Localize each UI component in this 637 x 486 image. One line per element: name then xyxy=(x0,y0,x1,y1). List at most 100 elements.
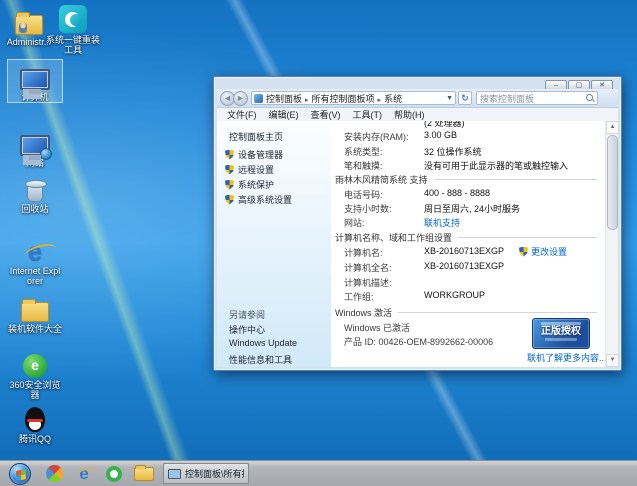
computer-icon xyxy=(20,69,50,90)
sidebar-advanced-settings[interactable]: 高级系统设置 xyxy=(225,193,292,206)
desktop-icon-qq[interactable]: 腾讯QQ xyxy=(8,402,62,444)
desktop-icon-computer[interactable]: 计算机 xyxy=(8,60,62,102)
refresh-button[interactable]: ↻ xyxy=(458,91,472,105)
navigation-bar: ◄ ► 控制面板 所有控制面板项 系统 ▼ ↻ 搜索控制面板 xyxy=(217,89,618,108)
uac-shield-icon xyxy=(225,165,234,175)
workgroup-label: 工作组: xyxy=(344,290,374,303)
scroll-up-arrow-icon[interactable]: ▲ xyxy=(606,121,619,134)
activation-status: Windows 已激活 xyxy=(344,321,410,334)
uac-shield-icon xyxy=(519,247,528,257)
full-name-value: XB-20160713EXGP xyxy=(424,261,504,271)
ram-value: 3.00 GB xyxy=(424,130,457,140)
processor-clipped-text: (2 处理器) xyxy=(424,121,465,129)
system-type-label: 系统类型: xyxy=(344,145,383,158)
taskbar-software-manager[interactable] xyxy=(39,463,69,485)
change-settings-label: 更改设置 xyxy=(531,245,567,258)
desktop: Administr... 系统一键重装工具 计算机 网络 回收站 e Inter… xyxy=(0,0,637,486)
computer-name-label: 计算机名: xyxy=(344,246,383,259)
support-header-text: 雨林木风精简系统 支持 xyxy=(335,173,428,186)
menu-bar: 文件(F) 编辑(E) 查看(V) 工具(T) 帮助(H) xyxy=(217,108,618,121)
icon-label: 系统一键重装工具 xyxy=(46,35,100,55)
search-icon xyxy=(586,94,594,102)
full-name-label: 计算机全名: xyxy=(344,261,392,274)
taskbar-control-panel-task[interactable]: 控制面板\所有控制... xyxy=(163,463,249,484)
taskbar: e 控制面板\所有控制... xyxy=(0,460,637,486)
address-dropdown-icon[interactable]: ▼ xyxy=(446,95,453,102)
pen-touch-label: 笔和触摸: xyxy=(344,159,383,172)
recycle-bin-icon xyxy=(27,182,43,202)
badge-text: 正版授权 xyxy=(533,326,589,337)
online-support-link[interactable]: 联机支持 xyxy=(424,216,460,229)
learn-more-link[interactable]: 联机了解更多内容... xyxy=(527,351,605,364)
computer-name-header-text: 计算机名称、域和工作组设置 xyxy=(335,231,452,244)
breadcrumb-system[interactable]: 系统 xyxy=(384,92,402,105)
badge-decoration xyxy=(545,338,577,341)
search-input[interactable]: 搜索控制面板 xyxy=(476,91,598,105)
sidebar: 控制面板主页 设备管理器 远程设置 系统保护 高级系统设置 另请参阅 操作中心 … xyxy=(217,121,331,367)
uac-shield-icon xyxy=(225,150,234,160)
menu-view[interactable]: 查看(V) xyxy=(305,108,347,121)
computer-name-value: XB-20160713EXGP xyxy=(424,246,504,256)
system-properties-window: – ▢ ✕ ◄ ► 控制面板 所有控制面板项 系统 ▼ ↻ 搜索控制面板 文件(… xyxy=(213,76,622,371)
sidebar-windows-update[interactable]: Windows Update xyxy=(229,338,297,348)
window-body: 控制面板主页 设备管理器 远程设置 系统保护 高级系统设置 另请参阅 操作中心 … xyxy=(217,121,618,367)
desktop-icon-network[interactable]: 网络 xyxy=(8,126,62,168)
menu-file[interactable]: 文件(F) xyxy=(221,108,263,121)
support-hours-value: 周日至周六, 24小时服务 xyxy=(424,202,520,215)
genuine-windows-badge: 正版授权 xyxy=(532,318,590,349)
uac-shield-icon xyxy=(225,195,234,205)
taskbar-internet-explorer[interactable]: e xyxy=(69,463,99,485)
change-settings-link[interactable]: 更改设置 xyxy=(519,245,567,258)
reinstall-tool-icon xyxy=(59,5,87,33)
software-manager-icon xyxy=(42,461,66,485)
menu-edit[interactable]: 编辑(E) xyxy=(263,108,305,121)
menu-tools[interactable]: 工具(T) xyxy=(347,108,389,121)
description-label: 计算机描述: xyxy=(344,276,392,289)
menu-help[interactable]: 帮助(H) xyxy=(388,108,431,121)
control-panel-icon xyxy=(254,94,263,103)
system-type-value: 32 位操作系统 xyxy=(424,145,482,158)
vertical-scrollbar[interactable]: ▲ ▼ xyxy=(605,121,618,367)
desktop-icon-360-browser[interactable]: e 360安全浏览器 xyxy=(8,348,62,400)
software-folder-icon xyxy=(21,302,49,322)
taskbar-reinstall-tool[interactable] xyxy=(99,463,129,485)
breadcrumb-control-panel[interactable]: 控制面板 xyxy=(266,92,312,105)
sidebar-action-center[interactable]: 操作中心 xyxy=(229,323,265,336)
desktop-icon-software-folder[interactable]: 装机软件大全 xyxy=(8,292,62,334)
website-label: 网站: xyxy=(344,216,365,229)
icon-label: 装机软件大全 xyxy=(8,324,62,334)
desktop-icon-internet-explorer[interactable]: e Internet Explorer xyxy=(8,234,62,286)
pen-touch-value: 没有可用于此显示器的笔或触控输入 xyxy=(424,159,568,172)
activation-header-text: Windows 激活 xyxy=(335,306,392,319)
taskbar-file-explorer[interactable] xyxy=(129,463,159,485)
support-hours-label: 支持小时数: xyxy=(344,202,392,215)
task-button-label: 控制面板\所有控制... xyxy=(185,467,244,480)
address-bar[interactable]: 控制面板 所有控制面板项 系统 ▼ xyxy=(251,91,456,105)
start-button[interactable] xyxy=(9,463,31,485)
sidebar-device-manager[interactable]: 设备管理器 xyxy=(225,148,283,161)
support-section-header: 雨林木风精简系统 支持 xyxy=(335,173,597,186)
sidebar-performance-tools[interactable]: 性能信息和工具 xyxy=(229,353,292,366)
computer-icon xyxy=(168,469,181,479)
scroll-down-arrow-icon[interactable]: ▼ xyxy=(606,354,619,367)
internet-explorer-icon: e xyxy=(79,465,88,482)
workgroup-value: WORKGROUP xyxy=(424,290,485,300)
desktop-icon-recycle-bin[interactable]: 回收站 xyxy=(8,172,62,214)
icon-label: 回收站 xyxy=(8,204,62,214)
badge-decoration xyxy=(541,322,581,325)
scrollbar-thumb[interactable] xyxy=(607,135,618,230)
qq-icon xyxy=(25,407,45,432)
uac-shield-icon xyxy=(225,180,234,190)
search-placeholder: 搜索控制面板 xyxy=(480,92,586,105)
desktop-icon-reinstall-tool[interactable]: 系统一键重装工具 xyxy=(46,3,100,55)
phone-value: 400 - 888 - 8888 xyxy=(424,188,490,198)
breadcrumb-all-items[interactable]: 所有控制面板项 xyxy=(312,92,385,105)
sidebar-system-protection[interactable]: 系统保护 xyxy=(225,178,274,191)
360-browser-icon: e xyxy=(23,354,47,378)
sidebar-remote-settings[interactable]: 远程设置 xyxy=(225,163,274,176)
system-info-panel: (2 处理器) 安装内存(RAM): 3.00 GB 系统类型: 32 位操作系… xyxy=(331,121,605,367)
product-id: 产品 ID: 00426-OEM-8992662-00006 xyxy=(344,335,493,348)
forward-button[interactable]: ► xyxy=(233,91,248,106)
sidebar-control-panel-home[interactable]: 控制面板主页 xyxy=(229,130,283,143)
phone-label: 电话号码: xyxy=(344,188,383,201)
